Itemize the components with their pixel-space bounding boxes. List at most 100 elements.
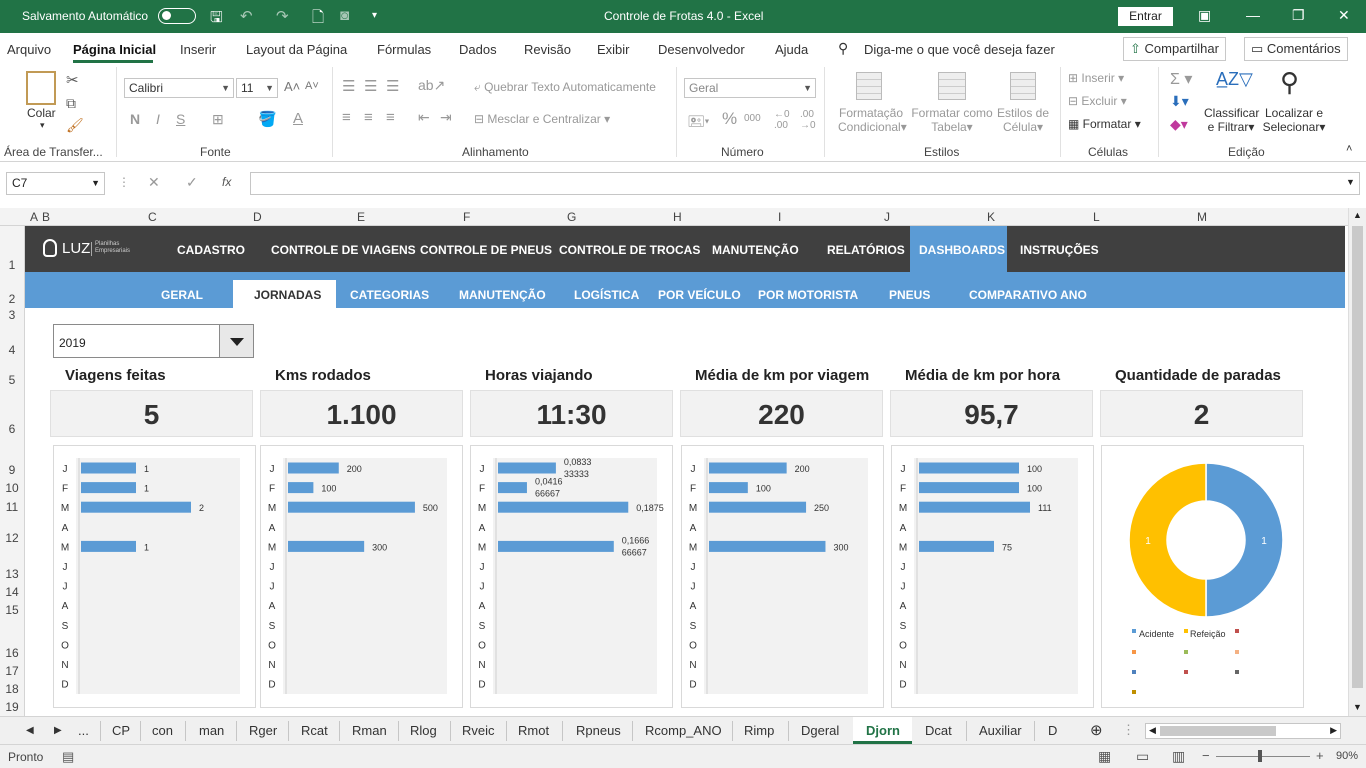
new-file-icon[interactable]: 🗋: [312, 7, 324, 32]
font-name-combo[interactable]: Calibri ▼: [124, 78, 234, 98]
normal-view-icon[interactable]: ▦: [1098, 748, 1111, 765]
copy-icon[interactable]: ⧉: [66, 95, 76, 112]
find-icon[interactable]: ⚲: [1280, 67, 1299, 98]
tab-dados[interactable]: Dados: [459, 42, 497, 57]
subnav-categorias[interactable]: CATEGORIAS: [350, 288, 429, 302]
col-header[interactable]: K: [987, 210, 995, 224]
zoom-level[interactable]: 90%: [1336, 750, 1358, 762]
decrease-indent-icon[interactable]: ⇤: [418, 109, 430, 126]
tab-desenvolvedor[interactable]: Desenvolvedor: [658, 42, 745, 57]
tell-me-input[interactable]: Diga-me o que você deseja fazer: [864, 42, 1055, 57]
nav-cadastro[interactable]: CADASTRO: [177, 243, 245, 257]
borders-icon[interactable]: ⊞: [212, 111, 224, 128]
cancel-icon[interactable]: ✕: [148, 174, 160, 191]
ribbon-display-icon[interactable]: ▣: [1198, 7, 1211, 24]
tab-formulas[interactable]: Fórmulas: [377, 42, 431, 57]
zoom-slider-thumb[interactable]: [1258, 750, 1262, 762]
italic-button[interactable]: I: [156, 111, 160, 127]
row-header[interactable]: 3: [0, 308, 24, 322]
sheet-tab[interactable]: CP: [112, 723, 130, 738]
align-left-icon[interactable]: ≡: [342, 109, 351, 126]
name-box[interactable]: C7 ▼: [6, 172, 105, 195]
cell-styles-button[interactable]: Estilos de Célula▾: [996, 106, 1050, 134]
sheet-tab[interactable]: Rcomp_ANO: [645, 723, 722, 738]
sheet-tab[interactable]: con: [152, 723, 173, 738]
subnav-manutencao[interactable]: MANUTENÇÃO: [459, 288, 546, 302]
minimize-icon[interactable]: —: [1246, 7, 1260, 23]
row-header[interactable]: 17: [0, 664, 24, 678]
row-header[interactable]: 2: [0, 292, 24, 306]
nav-instrucoes[interactable]: INSTRUÇÕES: [1020, 243, 1099, 257]
col-header[interactable]: I: [778, 210, 781, 224]
grow-font-icon[interactable]: A˄: [284, 79, 300, 94]
row-header[interactable]: 14: [0, 585, 24, 599]
page-layout-view-icon[interactable]: ▭: [1136, 748, 1149, 765]
merge-center-button[interactable]: ⊟ Mesclar e Centralizar ▾: [474, 112, 610, 126]
col-header[interactable]: H: [673, 210, 682, 224]
fill-icon[interactable]: ⬇▾: [1170, 93, 1189, 110]
sheet-tab-active[interactable]: Djorn: [866, 723, 900, 738]
font-size-combo[interactable]: 11 ▼: [236, 78, 278, 98]
nav-manutencao[interactable]: MANUTENÇÃO: [712, 243, 799, 257]
delete-cells-button[interactable]: ⊟ Excluir ▾: [1068, 94, 1127, 108]
underline-button[interactable]: S: [176, 111, 185, 127]
row-header[interactable]: 4: [0, 343, 24, 357]
row-header[interactable]: 19: [0, 700, 24, 714]
zoom-slider[interactable]: [1216, 756, 1310, 757]
restore-icon[interactable]: ❐: [1292, 7, 1305, 24]
conditional-format-icon[interactable]: [856, 72, 882, 100]
zoom-out-icon[interactable]: −: [1202, 748, 1210, 763]
col-header[interactable]: J: [884, 210, 890, 224]
year-dropdown[interactable]: 2019: [53, 324, 254, 358]
cell-styles-icon[interactable]: [1010, 72, 1036, 100]
clear-icon[interactable]: ◆▾: [1170, 116, 1188, 133]
decrease-decimal-icon[interactable]: .00 →0: [800, 109, 816, 131]
camera-icon[interactable]: ◙: [340, 7, 349, 24]
macro-record-icon[interactable]: ▤: [62, 749, 74, 765]
col-header[interactable]: L: [1093, 210, 1100, 224]
tab-revisao[interactable]: Revisão: [524, 42, 571, 57]
row-header[interactable]: 11: [0, 500, 24, 514]
add-sheet-icon[interactable]: ⊕: [1090, 721, 1103, 739]
sheet-tab[interactable]: Auxiliar: [979, 723, 1022, 738]
nav-controle-pneus[interactable]: CONTROLE DE PNEUS: [420, 243, 552, 257]
nav-controle-trocas[interactable]: CONTROLE DE TROCAS: [559, 243, 700, 257]
subnav-comparativo-ano[interactable]: COMPARATIVO ANO: [969, 288, 1087, 302]
bold-button[interactable]: N: [130, 111, 140, 127]
row-header[interactable]: 1: [0, 258, 24, 272]
format-painter-icon[interactable]: 🖌: [66, 117, 84, 134]
sheet-tab[interactable]: Rger: [249, 723, 277, 738]
sheet-tab[interactable]: Dgeral: [801, 723, 839, 738]
tab-inserir[interactable]: Inserir: [180, 42, 216, 57]
row-header[interactable]: 13: [0, 567, 24, 581]
tab-arquivo[interactable]: Arquivo: [7, 42, 51, 57]
increase-decimal-icon[interactable]: ←0.00: [774, 109, 790, 131]
chevron-down-icon[interactable]: [219, 325, 253, 357]
sheet-tab[interactable]: Rcat: [301, 723, 328, 738]
number-format-combo[interactable]: Geral ▼: [684, 78, 816, 98]
row-header[interactable]: 16: [0, 646, 24, 660]
col-header[interactable]: D: [253, 210, 262, 224]
sheet-tab[interactable]: Rimp: [744, 723, 774, 738]
wrap-text-button[interactable]: ⤶ Quebrar Texto Automaticamente: [474, 80, 656, 95]
format-cells-button[interactable]: ▦ Formatar ▾: [1068, 117, 1141, 131]
shrink-font-icon[interactable]: A˅: [305, 80, 319, 92]
col-header[interactable]: A: [30, 210, 38, 224]
subnav-pneus[interactable]: PNEUS: [889, 288, 930, 302]
sheet-tab[interactable]: D: [1048, 723, 1057, 738]
sort-filter-icon[interactable]: A̲Z▽: [1216, 69, 1253, 90]
sort-filter-button[interactable]: Classificar e Filtrar▾: [1204, 106, 1259, 134]
align-right-icon[interactable]: ≡: [386, 109, 395, 126]
subnav-logistica[interactable]: LOGÍSTICA: [574, 288, 639, 302]
format-table-icon[interactable]: [938, 72, 966, 100]
save-icon[interactable]: 🖫: [210, 7, 223, 32]
nav-controle-viagens[interactable]: CONTROLE DE VIAGENS: [271, 243, 416, 257]
format-table-button[interactable]: Formatar como Tabela▾: [910, 106, 994, 134]
sheet-tab[interactable]: Rlog: [410, 723, 437, 738]
accounting-icon[interactable]: 🖭▾: [688, 111, 710, 135]
row-header[interactable]: 15: [0, 603, 24, 617]
col-header[interactable]: G: [567, 210, 576, 224]
tab-pagina-inicial[interactable]: Página Inicial: [73, 42, 156, 57]
share-button[interactable]: ⇧ Compartilhar: [1123, 37, 1226, 61]
cut-icon[interactable]: ✂: [66, 71, 79, 89]
